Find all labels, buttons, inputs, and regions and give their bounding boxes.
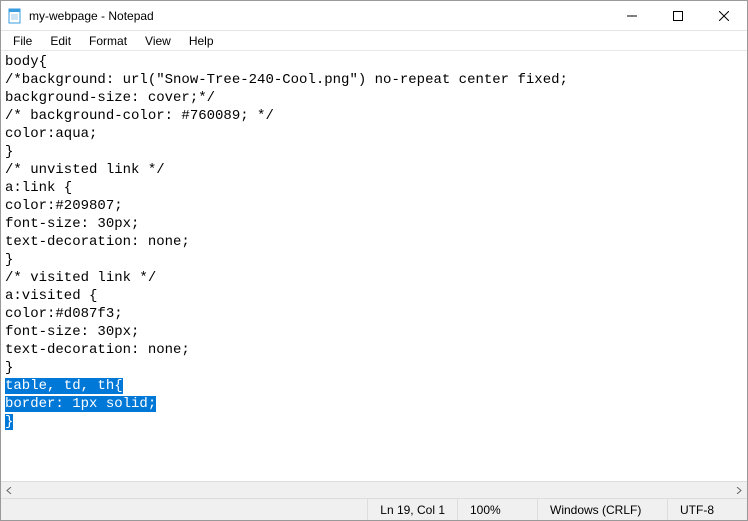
status-encoding: UTF-8 — [667, 499, 747, 520]
selected-text: } — [5, 414, 13, 430]
chevron-left-icon — [6, 487, 13, 494]
status-zoom: 100% — [457, 499, 537, 520]
editor-line: color:#d087f3; — [5, 305, 743, 323]
editor-line: border: 1px solid; — [5, 395, 743, 413]
maximize-button[interactable] — [655, 1, 701, 31]
editor-line: text-decoration: none; — [5, 341, 743, 359]
editor-line: /* visited link */ — [5, 269, 743, 287]
menu-edit[interactable]: Edit — [42, 33, 79, 49]
text-editor[interactable]: body{/*background: url("Snow-Tree-240-Co… — [1, 51, 747, 481]
close-button[interactable] — [701, 1, 747, 31]
editor-line: /* background-color: #760089; */ — [5, 107, 743, 125]
editor-line: color:aqua; — [5, 125, 743, 143]
editor-line: } — [5, 143, 743, 161]
chevron-right-icon — [735, 487, 742, 494]
scroll-left-button[interactable] — [1, 482, 18, 499]
selected-text: table, td, th{ — [5, 378, 123, 394]
editor-line: /*background: url("Snow-Tree-240-Cool.pn… — [5, 71, 743, 89]
window-title: my-webpage - Notepad — [29, 9, 609, 23]
minimize-button[interactable] — [609, 1, 655, 31]
menubar: File Edit Format View Help — [1, 31, 747, 51]
menu-format[interactable]: Format — [81, 33, 135, 49]
editor-line: font-size: 30px; — [5, 323, 743, 341]
menu-file[interactable]: File — [5, 33, 40, 49]
editor-line: } — [5, 359, 743, 377]
maximize-icon — [673, 11, 683, 21]
editor-line: } — [5, 251, 743, 269]
scroll-right-button[interactable] — [730, 482, 747, 499]
close-icon — [719, 11, 729, 21]
editor-line: table, td, th{ — [5, 377, 743, 395]
status-cursor: Ln 19, Col 1 — [367, 499, 457, 520]
editor-line: font-size: 30px; — [5, 215, 743, 233]
editor-line: a:visited { — [5, 287, 743, 305]
statusbar: Ln 19, Col 1 100% Windows (CRLF) UTF-8 — [1, 498, 747, 520]
editor-line: } — [5, 413, 743, 431]
menu-view[interactable]: View — [137, 33, 179, 49]
selected-text: border: 1px solid; — [5, 396, 156, 412]
editor-line: body{ — [5, 53, 743, 71]
editor-line: a:link { — [5, 179, 743, 197]
horizontal-scrollbar[interactable] — [1, 481, 747, 498]
editor-line: text-decoration: none; — [5, 233, 743, 251]
minimize-icon — [627, 11, 637, 21]
menu-help[interactable]: Help — [181, 33, 222, 49]
notepad-icon — [7, 8, 23, 24]
status-lineending: Windows (CRLF) — [537, 499, 667, 520]
titlebar: my-webpage - Notepad — [1, 1, 747, 31]
editor-line: /* unvisted link */ — [5, 161, 743, 179]
editor-line: color:#209807; — [5, 197, 743, 215]
editor-line: background-size: cover;*/ — [5, 89, 743, 107]
scroll-track[interactable] — [18, 482, 730, 499]
